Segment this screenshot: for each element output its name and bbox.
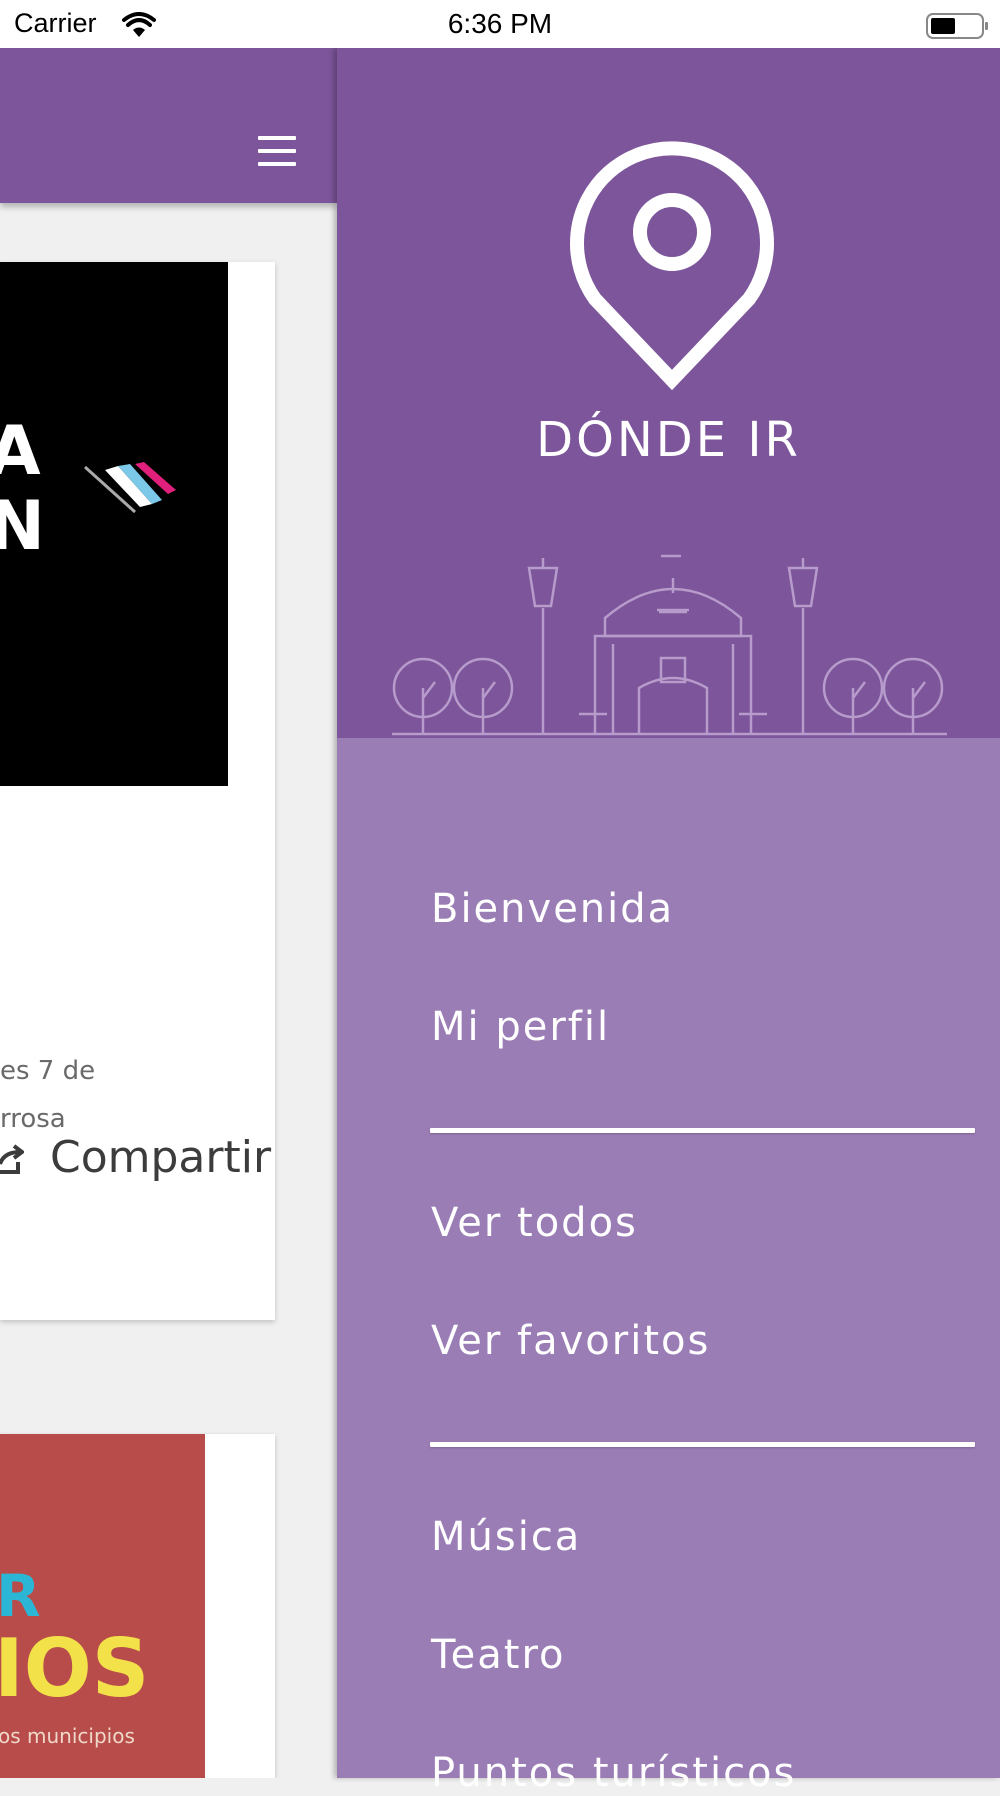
background-app: A N es 7 de rrosa Compartir R IOS os mun… bbox=[0, 48, 337, 1778]
share-button[interactable]: Compartir bbox=[50, 1132, 271, 1183]
menu-divider bbox=[430, 1128, 975, 1133]
event-image[interactable]: A N bbox=[0, 262, 228, 786]
image-text-n: N bbox=[0, 487, 45, 566]
menu-item-teatro[interactable]: Teatro bbox=[431, 1632, 565, 1678]
city-skyline-illustration bbox=[392, 554, 947, 736]
menu-item-bienvenida[interactable]: Bienvenida bbox=[431, 886, 674, 932]
image-text-municipios: os municipios bbox=[0, 1724, 135, 1748]
event-image[interactable]: R IOS os municipios bbox=[0, 1434, 205, 1778]
menu-item-ver-todos[interactable]: Ver todos bbox=[431, 1200, 638, 1246]
status-bar: Carrier 6:36 PM bbox=[0, 0, 1000, 48]
share-icon[interactable] bbox=[0, 1142, 24, 1178]
drawer-header: DÓNDE IR bbox=[337, 48, 1000, 738]
event-desc-line-1: es 7 de bbox=[0, 1056, 96, 1086]
navigation-drawer: DÓNDE IR Bienvenida Mi perfil Ver todos … bbox=[337, 48, 1000, 1796]
event-card[interactable]: A N es 7 de rrosa Compartir bbox=[0, 262, 275, 1320]
status-time: 6:36 PM bbox=[447, 8, 553, 39]
event-description: es 7 de rrosa bbox=[0, 1047, 95, 1143]
menu-item-musica[interactable]: Música bbox=[431, 1514, 581, 1560]
menu-divider bbox=[430, 1442, 975, 1447]
flag-logo-icon bbox=[83, 462, 176, 514]
drawer-menu: Bienvenida Mi perfil Ver todos Ver favor… bbox=[337, 738, 1000, 1796]
menu-item-mi-perfil[interactable]: Mi perfil bbox=[431, 1004, 610, 1050]
image-text-r: R bbox=[0, 1562, 41, 1630]
app-top-bar bbox=[0, 48, 337, 203]
image-text-ios: IOS bbox=[0, 1622, 150, 1715]
battery-icon bbox=[926, 13, 988, 39]
menu-item-ver-favoritos[interactable]: Ver favoritos bbox=[431, 1318, 710, 1364]
hamburger-menu-icon[interactable] bbox=[258, 136, 296, 166]
image-text-a: A bbox=[0, 412, 41, 491]
app-brand-title: DÓNDE IR bbox=[536, 412, 801, 468]
event-card[interactable]: R IOS os municipios bbox=[0, 1434, 275, 1778]
location-pin-icon bbox=[570, 141, 774, 390]
menu-item-puntos-turisticos[interactable]: Puntos turísticos bbox=[431, 1750, 796, 1796]
